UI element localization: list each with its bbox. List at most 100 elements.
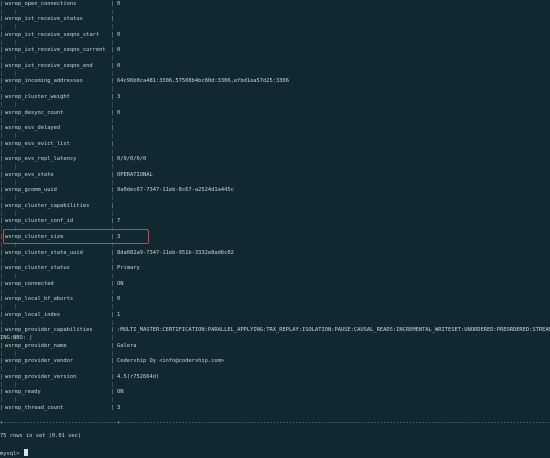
row-separator: | | |	[0, 71, 550, 78]
variable-name-cell: wsrep_thread_count	[5, 405, 64, 411]
variable-value-cell: Galera	[117, 343, 137, 349]
column-border: |	[0, 71, 4, 77]
column-border: |	[14, 351, 18, 357]
column-border: |	[0, 16, 4, 22]
variable-name-cell: wsrep_ist_receive_status	[5, 16, 83, 22]
column-border: |	[111, 382, 115, 388]
column-border: |	[111, 149, 115, 155]
table-row: | wsrep_cluster_status | Primary	[0, 265, 550, 273]
variable-value-cell: 8da082a9-7347-11eb-951b-3332e8ad6c02	[117, 250, 234, 256]
table-row: | wsrep_evs_delayed |	[0, 125, 550, 133]
column-border: |	[0, 156, 4, 162]
table-row: | wsrep_incoming_addresses | 64c96b0ca481:3…	[0, 78, 550, 86]
column-border: |	[14, 304, 18, 310]
variable-name-cell: wsrep_ist_receive_seqno_end	[5, 63, 93, 69]
column-border: |	[14, 86, 18, 92]
column-border: |	[111, 187, 115, 193]
column-border: |	[0, 343, 4, 349]
table-row: | wsrep_ist_receive_seqno_start | 0	[0, 32, 550, 40]
column-border: |	[0, 296, 4, 302]
variable-name-cell: wsrep_desync_count	[5, 110, 64, 116]
column-border: |	[111, 110, 115, 116]
table-bottom-border: +-----------------------------------+---…	[0, 420, 550, 426]
variable-name-cell: wsrep_local_index	[5, 312, 61, 318]
column-border: |	[14, 164, 18, 170]
variable-name-cell: wsrep_local_bf_aborts	[5, 296, 74, 302]
column-border: |	[0, 40, 4, 46]
variable-value-cell: ON	[117, 389, 124, 395]
column-border: |	[0, 180, 4, 186]
row-separator: | | |	[0, 397, 550, 404]
column-border: |	[111, 164, 115, 170]
prompt-label: mysql>	[0, 451, 20, 457]
column-border: |	[111, 172, 115, 178]
terminal-window[interactable]: | wsrep_open_connections | 0 | | | | wsrep_ist_r…	[0, 0, 550, 458]
variable-value-cell: 0	[117, 63, 121, 69]
table-row: | wsrep_ready | ON	[0, 389, 550, 397]
column-border: |	[14, 102, 18, 108]
variable-name-cell: wsrep_cluster_conf_id	[5, 218, 74, 224]
column-border: |	[111, 63, 115, 69]
column-border: |	[0, 195, 4, 201]
column-border: |	[111, 265, 115, 271]
column-border: |	[0, 351, 4, 357]
row-separator: | | |	[0, 149, 550, 156]
variable-value-cell: :MULTI_MASTER:CERTIFICATION:PARALLEL_APP…	[117, 327, 550, 333]
column-border: |	[14, 258, 18, 264]
column-border: |	[111, 9, 115, 15]
variable-name-cell: wsrep_connected	[5, 281, 54, 287]
column-border: |	[111, 273, 115, 279]
row-separator: | | |	[0, 180, 550, 187]
table-row: | wsrep_desync_count | 0	[0, 110, 550, 118]
column-border: |	[14, 71, 18, 77]
column-border: |	[111, 71, 115, 77]
table-row: | wsrep_cluster_capabilities |	[0, 203, 550, 211]
row-separator: | | |	[0, 335, 550, 342]
column-border: |	[111, 1, 115, 7]
column-border: |	[111, 281, 115, 287]
column-border: |	[111, 312, 115, 318]
table-row: | wsrep_cluster_state_uuid | 8da082a9-7347-…	[0, 250, 550, 258]
column-border: |	[0, 265, 4, 271]
column-border: |	[111, 86, 115, 92]
column-border: |	[111, 16, 115, 22]
column-border: |	[0, 102, 4, 108]
column-border: |	[111, 405, 115, 411]
wrapped-value-continuation: ING:NBO: |	[0, 335, 33, 341]
column-border: |	[14, 320, 18, 326]
variable-value-cell: 0	[117, 110, 121, 116]
variable-name-cell: wsrep_evs_evict_list	[5, 141, 70, 147]
column-border: |	[111, 141, 115, 147]
column-border: |	[0, 211, 4, 217]
column-border: |	[0, 110, 4, 116]
variable-value-cell: 0/0/0/0/0	[117, 156, 147, 162]
variable-name-cell: wsrep_cluster_status	[5, 265, 70, 271]
row-separator: | | |	[0, 382, 550, 389]
column-border: |	[14, 289, 18, 295]
column-border: |	[111, 211, 115, 217]
column-border: |	[0, 78, 4, 84]
variable-name-cell: wsrep_evs_delayed	[5, 125, 61, 131]
column-border: |	[111, 358, 115, 364]
column-border: |	[111, 40, 115, 46]
column-border: |	[0, 118, 4, 124]
variable-name-cell: wsrep_provider_name	[5, 343, 67, 349]
command-prompt[interactable]: mysql>	[0, 449, 28, 457]
column-border: |	[0, 141, 4, 147]
column-border: |	[14, 366, 18, 372]
column-border: |	[111, 366, 115, 372]
column-border: |	[14, 24, 18, 30]
column-border: |	[111, 94, 115, 100]
variable-value-cell: 1	[117, 312, 121, 318]
column-border: |	[111, 351, 115, 357]
column-border: |	[0, 374, 4, 380]
table-row: | wsrep_provider_version | 4.5(r752664d)	[0, 374, 550, 382]
row-separator: | | |	[0, 351, 550, 358]
variable-value-cell: Primary	[117, 265, 140, 271]
column-border: |	[0, 358, 4, 364]
column-border: |	[111, 250, 115, 256]
variable-name-cell: wsrep_ist_receive_seqno_current	[5, 47, 106, 53]
column-border: |	[111, 320, 115, 326]
text-cursor	[23, 449, 28, 456]
table-row: | wsrep_local_index | 1	[0, 312, 550, 320]
